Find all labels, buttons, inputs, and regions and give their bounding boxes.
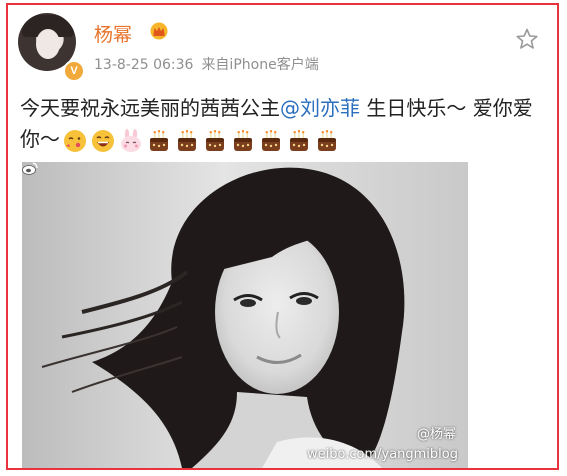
cake-emoji <box>234 129 252 151</box>
emoji-row <box>63 128 339 153</box>
cake-emoji <box>262 129 280 151</box>
verified-icon: V <box>63 60 85 82</box>
watermark-name: @杨幂 <box>416 427 456 442</box>
post-meta: 13-8-25 06:36 来自iPhone客户端 <box>94 54 319 74</box>
post-photo[interactable]: @杨幂 weibo.com/yangmiblog <box>22 162 468 468</box>
post-time[interactable]: 13-8-25 06:36 <box>94 57 193 73</box>
post-source[interactable]: 来自iPhone客户端 <box>201 57 318 73</box>
cake-emoji <box>318 129 336 151</box>
star-icon[interactable] <box>515 27 539 51</box>
portrait-image <box>22 162 468 468</box>
mention-link[interactable]: @刘亦菲 <box>280 96 360 120</box>
cake-emoji <box>150 129 168 151</box>
cake-emoji <box>178 129 196 151</box>
author-name[interactable]: 杨幂 <box>94 20 132 47</box>
crown-icon <box>150 22 168 40</box>
weibo-logo-icon <box>22 162 38 175</box>
cake-emoji <box>290 129 308 151</box>
avatar-face <box>36 29 60 59</box>
weibo-post-card: V 杨幂 13-8-25 06:36 来自iPhone客户端 今天要祝永远美丽的茜… <box>6 3 559 470</box>
post-text: 今天要祝永远美丽的茜茜公主@刘亦菲 生日快乐～ 爱你爱你～ <box>20 93 540 155</box>
cake-emoji <box>206 129 224 151</box>
laugh-emoji <box>92 129 114 152</box>
bunny-emoji <box>121 128 141 152</box>
post-text-before: 今天要祝永远美丽的茜茜公主 <box>20 96 280 120</box>
kiss-emoji <box>64 129 86 152</box>
watermark-url: weibo.com/yangmiblog <box>307 447 458 462</box>
